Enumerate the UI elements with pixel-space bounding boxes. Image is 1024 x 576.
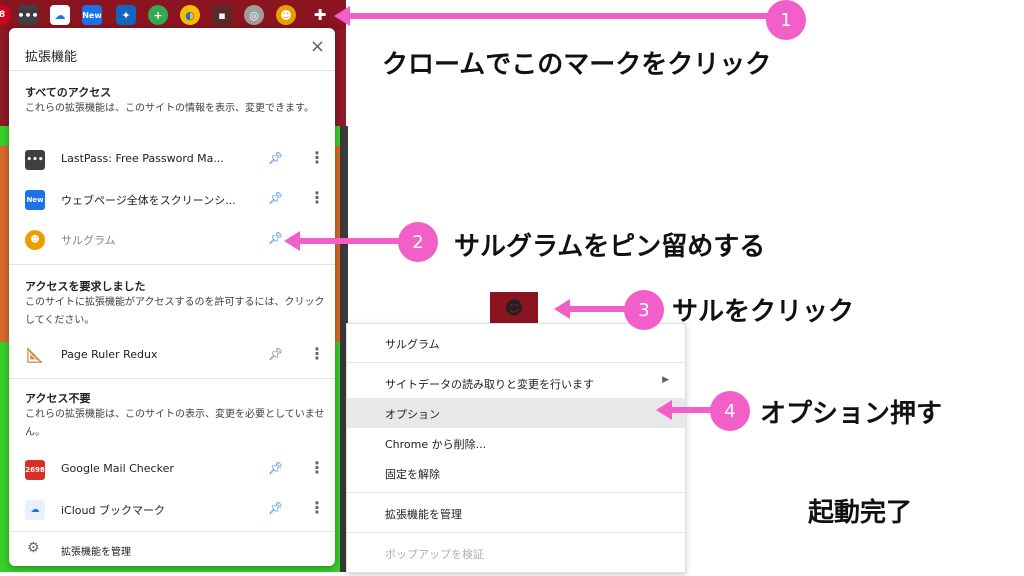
extension-name: サルグラム (61, 234, 116, 247)
section-heading-requested: アクセスを要求しました (25, 280, 146, 293)
annotation-arrow-1 (346, 13, 786, 19)
lastpass-icon: ••• (25, 150, 45, 170)
annotation-text-3: サルをクリック (672, 297, 855, 327)
pin-icon[interactable]: 📌︎ (268, 501, 283, 515)
globe-icon[interactable]: ◎ (244, 5, 264, 25)
extension-row-lastpass[interactable]: ••• LastPass: Free Password Ma... 📌︎ ⋮ (9, 140, 335, 180)
annotation-text-1: クロームでこのマークをクリック (382, 50, 772, 80)
manage-extensions-label: 拡張機能を管理 (61, 547, 131, 558)
menu-item-site-access[interactable]: サイトデータの読み取りと変更を行います ▶ (347, 368, 685, 398)
more-options-icon[interactable]: ⋮ (309, 498, 325, 517)
submenu-arrow-icon: ▶ (662, 375, 669, 385)
puzzle-extensions-icon[interactable]: ✚ (310, 5, 330, 25)
close-icon[interactable]: × (310, 36, 325, 57)
gear-icon: ⚙ (27, 540, 40, 556)
screenshot-new-icon: New (25, 190, 45, 210)
annotation-arrowhead-2 (284, 231, 300, 251)
menu-item-label: 拡張機能を管理 (385, 508, 462, 521)
extension-name: Page Ruler Redux (61, 348, 158, 361)
pin-icon[interactable]: 📌︎ (268, 191, 283, 205)
box-icon[interactable]: ▪ (212, 5, 232, 25)
menu-separator (347, 532, 685, 533)
annotation-arrowhead-3 (554, 299, 570, 319)
blue-diamond-icon[interactable]: ✦ (116, 5, 136, 25)
menu-separator (347, 362, 685, 363)
icloud-icon: ☁ (25, 500, 45, 520)
more-options-icon[interactable]: ⋮ (309, 148, 325, 167)
menu-item-label: オプション (385, 408, 440, 421)
section-heading-full-access: すべてのアクセス (25, 86, 112, 99)
menu-item-options[interactable]: オプション (347, 398, 685, 428)
divider (9, 70, 335, 71)
menu-item-extension-name[interactable]: サルグラム (347, 328, 685, 358)
menu-separator (347, 492, 685, 493)
menu-item-remove[interactable]: Chrome から削除... (347, 428, 685, 458)
pin-icon[interactable]: 📌︎ (268, 151, 283, 165)
pin-icon[interactable]: 📌︎ (268, 461, 283, 475)
menu-item-label: Chrome から削除... (385, 438, 487, 451)
section-heading-no-access: アクセス不要 (25, 392, 91, 405)
extension-name: LastPass: Free Password Ma... (61, 152, 224, 165)
menu-item-label: サイトデータの読み取りと変更を行います (385, 378, 594, 391)
annotation-text-2: サルグラムをピン留めする (454, 232, 766, 262)
section-description-requested: このサイトに拡張機能がアクセスするのを許可するには、クリックしてください。 (25, 297, 325, 326)
plus-icon[interactable]: + (148, 5, 168, 25)
monkey-toolbar-icon[interactable]: ☻ (490, 292, 538, 324)
menu-item-inspect-popup: ポップアップを検証 (347, 538, 685, 568)
extension-row-icloud[interactable]: ☁ iCloud ブックマーク 📌︎ ⋮ (9, 490, 335, 530)
browser-toolbar: 8 ••• ☁ New ✦ + ◐ ▪ ◎ ☻ ✚ (0, 0, 346, 30)
extension-row-page-ruler[interactable]: 📐︎ Page Ruler Redux 📌︎ ⋮ (9, 336, 335, 376)
monkey-icon: ☻ (25, 230, 45, 250)
step-badge-1: 1 (766, 0, 806, 40)
popup-title: 拡張機能 (25, 50, 78, 65)
step-badge-3: 3 (624, 290, 664, 330)
extension-row-screenshot[interactable]: New ウェブページ全体をスクリーンシ... 📌︎ ⋮ (9, 180, 335, 220)
extension-context-menu: サルグラム サイトデータの読み取りと変更を行います ▶ オプション Chrome… (346, 323, 686, 573)
more-options-icon[interactable]: ⋮ (309, 188, 325, 207)
menu-item-label: サルグラム (385, 338, 440, 351)
extensions-popup: 拡張機能 × すべてのアクセス これらの拡張機能は、このサイトの情報を表示、変更… (9, 28, 335, 566)
annotation-arrowhead-1 (334, 6, 350, 26)
menu-item-label: 固定を解除 (385, 468, 440, 481)
annotation-arrowhead-4 (656, 400, 672, 420)
annotation-done: 起動完了 (808, 498, 913, 528)
ruler-icon: 📐︎ (26, 348, 44, 364)
extension-name: iCloud ブックマーク (61, 504, 165, 517)
menu-item-unpin[interactable]: 固定を解除 (347, 458, 685, 488)
lastpass-icon[interactable]: ••• (17, 5, 39, 25)
gmail-icon: 2698 (25, 460, 45, 480)
badge-count-icon[interactable]: 8 (0, 5, 10, 25)
menu-item-label: ポップアップを検証 (385, 548, 484, 561)
divider (9, 531, 335, 532)
pin-icon[interactable]: 📌︎ (268, 231, 283, 245)
manage-extensions-button[interactable]: ⚙ 拡張機能を管理 (9, 533, 335, 566)
monkey-icon[interactable]: ☻ (276, 5, 296, 25)
icloud-icon[interactable]: ☁ (50, 5, 70, 25)
more-options-icon[interactable]: ⋮ (309, 344, 325, 363)
step-badge-2: 2 (398, 222, 438, 262)
annotation-text-4: オプション押す (760, 399, 943, 429)
step-badge-4: 4 (710, 391, 750, 431)
screenshot-new-icon[interactable]: New (82, 5, 102, 25)
section-description-no-access: これらの拡張機能は、このサイトの表示、変更を必要としていません。 (25, 409, 325, 438)
divider (9, 264, 335, 265)
menu-item-manage-extensions[interactable]: 拡張機能を管理 (347, 498, 685, 528)
extension-name: Google Mail Checker (61, 462, 174, 475)
compass-icon[interactable]: ◐ (180, 5, 200, 25)
section-description-full-access: これらの拡張機能は、このサイトの情報を表示、変更できます。 (25, 103, 314, 114)
extension-row-gmail-checker[interactable]: 2698 Google Mail Checker 📌︎ ⋮ (9, 450, 335, 490)
more-options-icon[interactable]: ⋮ (309, 458, 325, 477)
divider (9, 378, 335, 379)
extension-name: ウェブページ全体をスクリーンシ... (61, 194, 236, 207)
pin-outline-icon[interactable]: 📌︎ (268, 347, 283, 361)
